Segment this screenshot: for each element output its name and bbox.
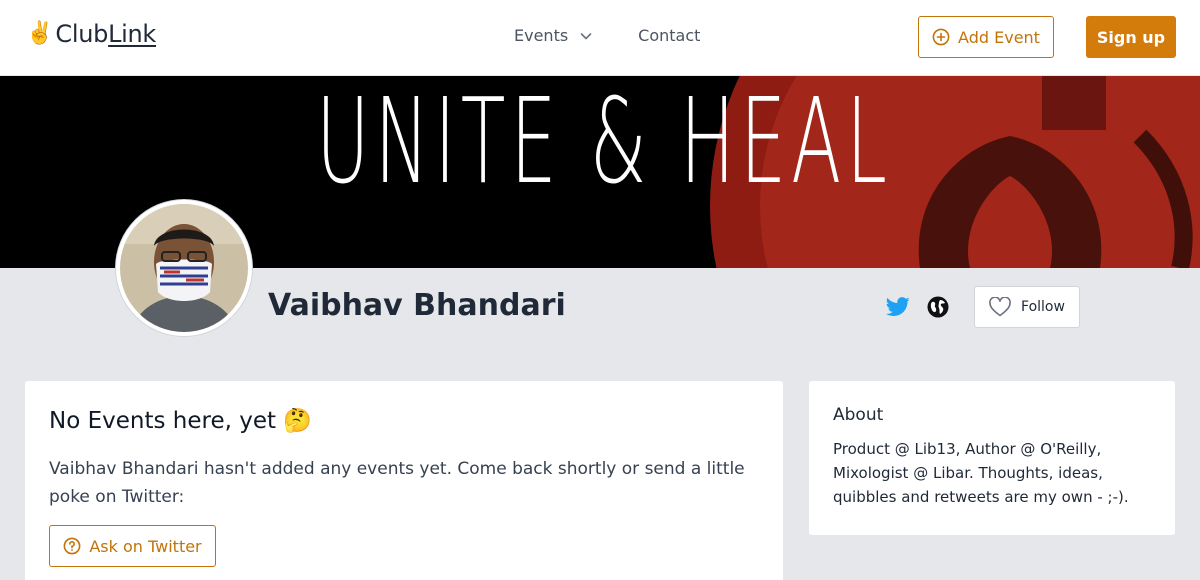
events-card: No Events here, yet 🤔 Vaibhav Bhandari h…: [24, 380, 784, 580]
events-card-description: Vaibhav Bhandari hasn't added any events…: [49, 459, 745, 507]
twitter-icon[interactable]: [886, 296, 910, 318]
nav-contact-link[interactable]: Contact: [638, 26, 700, 45]
victory-hand-icon: ✌️: [26, 21, 54, 46]
ask-on-twitter-button[interactable]: Ask on Twitter: [49, 525, 216, 567]
nav-events-dropdown[interactable]: Events: [514, 26, 594, 45]
nav-events-label: Events: [514, 26, 569, 45]
plus-circle-icon: [932, 28, 950, 46]
follow-button[interactable]: Follow: [974, 286, 1080, 328]
question-circle-icon: [63, 537, 81, 555]
about-card: About Product @ Lib13, Author @ O'Reilly…: [808, 380, 1176, 536]
events-card-title: No Events here, yet 🤔: [49, 408, 312, 434]
sign-up-label: Sign up: [1096, 27, 1166, 47]
brand-name-part2: Link: [108, 20, 157, 48]
about-title: About: [833, 405, 884, 425]
chevron-down-icon: [580, 32, 592, 39]
follow-label: Follow: [1021, 299, 1065, 315]
profile-name: Vaibhav Bhandari: [268, 288, 566, 323]
brand-name: ClubLink: [55, 20, 156, 48]
profile-avatar: [116, 200, 252, 336]
heart-icon: [989, 297, 1011, 317]
about-text: Product @ Lib13, Author @ O'Reilly, Mixo…: [833, 440, 1129, 506]
add-event-button[interactable]: Add Event: [918, 16, 1054, 58]
brand-name-part1: Club: [55, 20, 109, 48]
globe-icon[interactable]: [927, 296, 949, 318]
ask-on-twitter-label: Ask on Twitter: [89, 536, 202, 556]
banner-headline: UNITE & HEAL: [316, 76, 892, 210]
sign-up-button[interactable]: Sign up: [1086, 16, 1176, 58]
avatar-photo: [120, 204, 248, 332]
top-navbar: ✌️ ClubLink Events Contact Add Event Sig…: [0, 0, 1200, 76]
add-event-label: Add Event: [958, 27, 1040, 47]
clublink-logo[interactable]: ✌️ ClubLink: [26, 20, 156, 48]
main-nav: Events Contact: [514, 26, 700, 45]
